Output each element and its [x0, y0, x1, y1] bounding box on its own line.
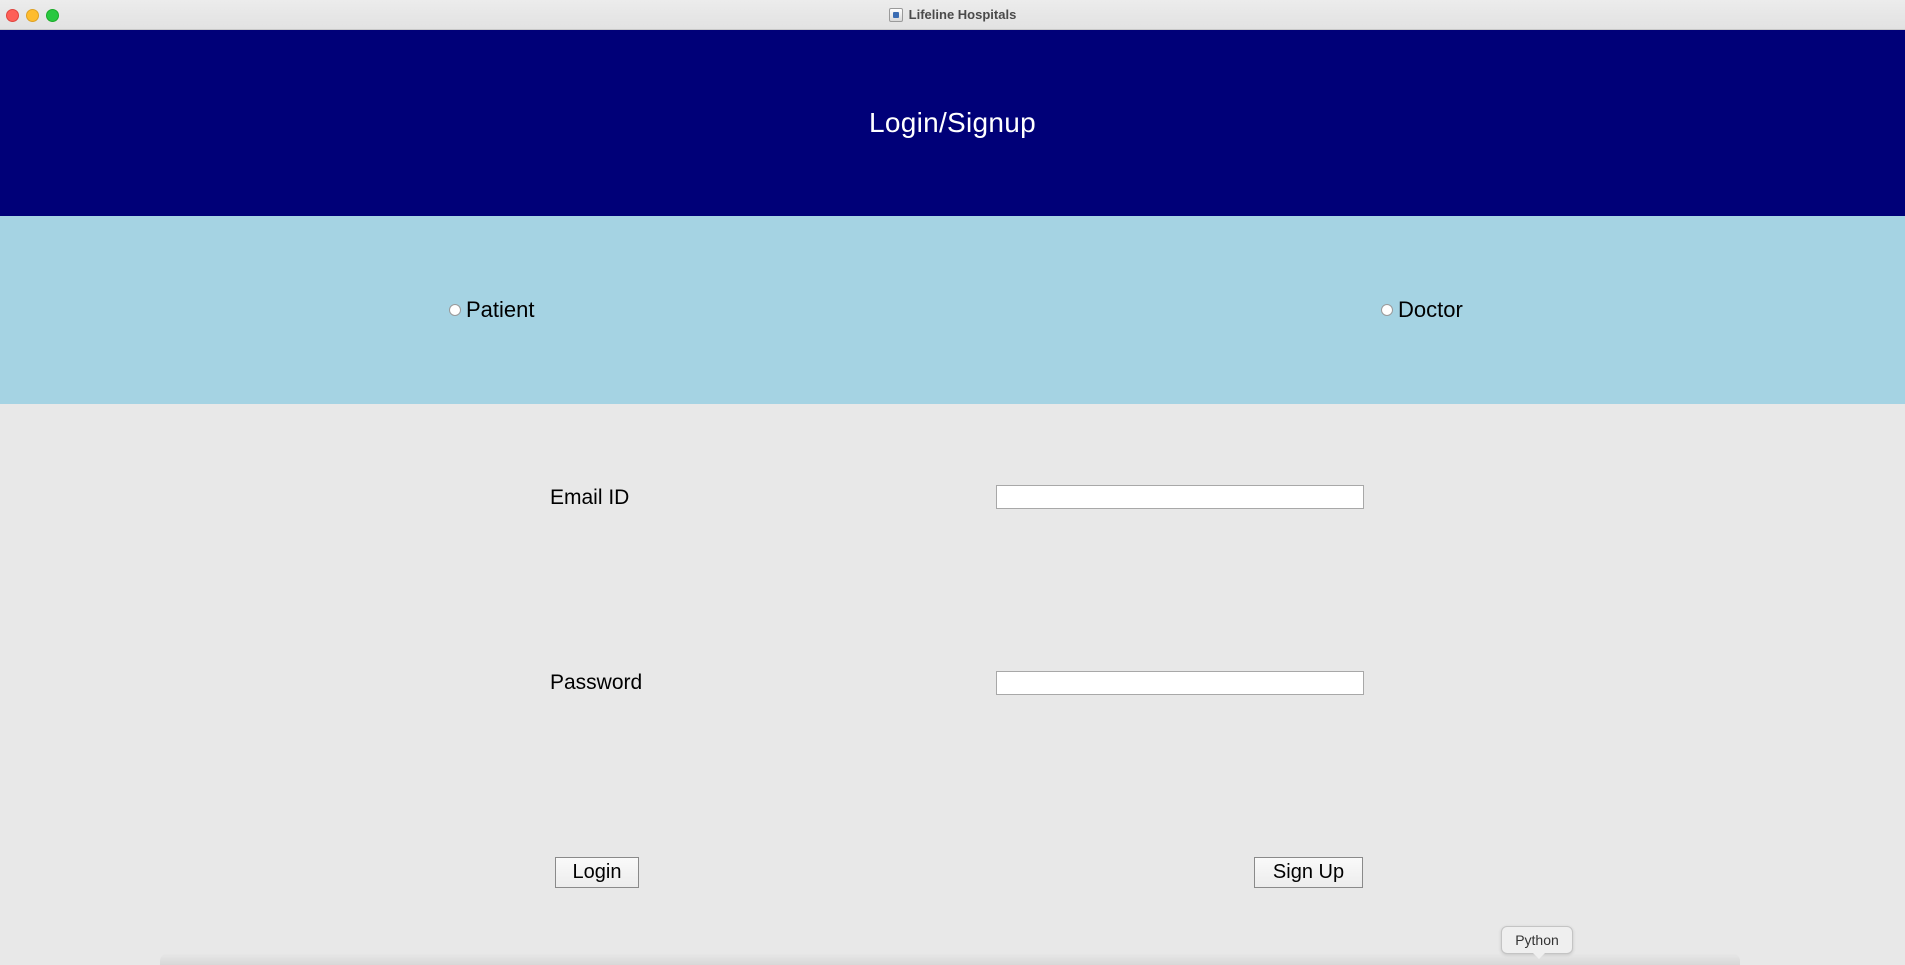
- patient-radio[interactable]: Patient: [449, 297, 535, 323]
- email-label: Email ID: [550, 486, 630, 509]
- login-button[interactable]: Login: [555, 857, 639, 888]
- page-title: Login/Signup: [868, 107, 1037, 138]
- doctor-radio[interactable]: Doctor: [1381, 297, 1463, 323]
- radio-circle-icon[interactable]: [449, 304, 461, 316]
- password-field[interactable]: [996, 671, 1364, 695]
- email-field[interactable]: [996, 485, 1364, 509]
- window-title-bar: Lifeline Hospitals: [0, 0, 1905, 30]
- role-selector: Patient Doctor: [0, 216, 1905, 404]
- radio-circle-icon[interactable]: [1381, 304, 1393, 316]
- python-app-icon: [888, 7, 903, 22]
- window-title-text: Lifeline Hospitals: [908, 7, 1017, 22]
- doctor-radio-label: Doctor: [1398, 297, 1463, 322]
- password-label: Password: [550, 671, 643, 694]
- sign-up-button[interactable]: Sign Up: [1254, 857, 1363, 888]
- dock-edge: [160, 953, 1740, 965]
- window-title: Lifeline Hospitals: [0, 7, 1905, 22]
- page-header: Login/Signup: [0, 30, 1905, 216]
- dock-tooltip: Python: [1501, 926, 1573, 959]
- patient-radio-label: Patient: [466, 297, 535, 322]
